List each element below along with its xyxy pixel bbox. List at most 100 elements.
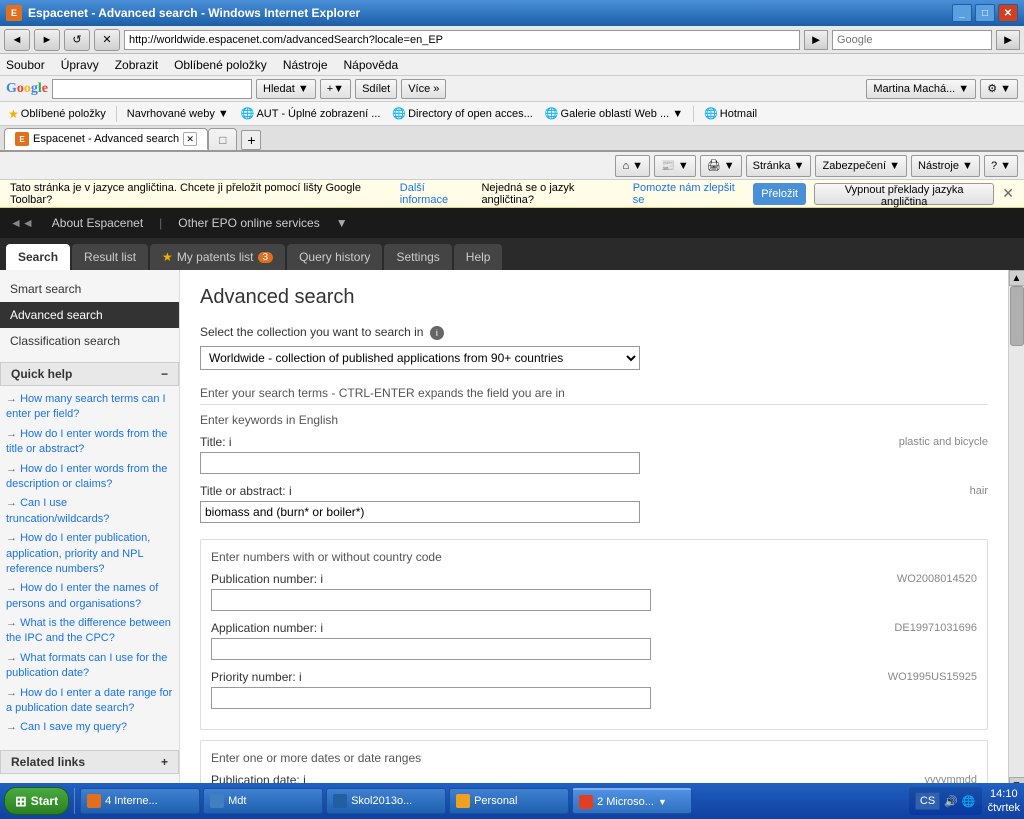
topnav-dropdown-icon[interactable]: ▼ (336, 216, 348, 230)
taskbar-btn-mdt[interactable]: Mdt (203, 788, 323, 814)
ep-tab-mypatents[interactable]: ★ My patents list 3 (150, 244, 285, 270)
back-button[interactable]: ◄ (4, 29, 30, 51)
taskbar-btn-skol[interactable]: Skol2013o... (326, 788, 446, 814)
pub-number-info-icon[interactable]: i (320, 572, 323, 586)
menu-oblibene[interactable]: Oblíbené položky (174, 58, 267, 72)
app-number-field-row: Application number: i DE19971031696 (211, 621, 977, 660)
tab-new[interactable]: □ (208, 128, 237, 150)
application-number-input[interactable] (211, 638, 651, 660)
title-input[interactable] (200, 452, 640, 474)
menu-upravy[interactable]: Úpravy (61, 58, 99, 72)
quick-help-link-8[interactable]: How do I enter a date range for a public… (6, 684, 173, 719)
ep-tab-search[interactable]: Search (6, 244, 70, 270)
refresh-button[interactable]: ↺ (64, 29, 90, 51)
topnav-about[interactable]: About Espacenet (52, 216, 143, 230)
sidebar-item-smart-search[interactable]: Smart search (0, 276, 179, 302)
stop-button[interactable]: ✕ (94, 29, 120, 51)
scroll-thumb[interactable] (1010, 286, 1024, 346)
sidebar-quick-help-header[interactable]: Quick help − (0, 362, 179, 386)
sidebar-item-classification-search[interactable]: Classification search (0, 328, 179, 354)
star-icon: ★ (162, 250, 173, 264)
app-number-info-icon[interactable]: i (320, 621, 323, 635)
ep-tab-help[interactable]: Help (454, 244, 503, 270)
user-button[interactable]: Martina Machá... ▼ (866, 79, 976, 99)
google-search-input[interactable] (52, 79, 252, 99)
title-abstract-info-icon[interactable]: i (289, 484, 292, 498)
translate-text: Tato stránka je v jazyce angličtina. Chc… (10, 182, 392, 206)
pub-number-header: Publication number: i WO2008014520 (211, 572, 977, 586)
sdilet-button[interactable]: Sdílet (355, 79, 397, 99)
taskbar-btn-internet-label: 4 Interne... (105, 795, 158, 807)
window-icon: E (6, 5, 22, 21)
menu-napoveda[interactable]: Nápověda (344, 58, 399, 72)
ep-tab-result[interactable]: Result list (72, 244, 148, 270)
forward-button[interactable]: ► (34, 29, 60, 51)
priority-number-input[interactable] (211, 687, 651, 709)
taskbar-btn-microso[interactable]: 2 Microso... ▼ (572, 788, 692, 814)
search-go-button[interactable]: ► (996, 30, 1020, 50)
lang-indicator[interactable]: CS (915, 792, 940, 810)
bookmark-navrhov[interactable]: Navrhované weby ▼ (123, 106, 233, 122)
menu-soubor[interactable]: Soubor (6, 58, 45, 72)
search-input[interactable] (832, 30, 992, 50)
collection-select[interactable]: Worldwide - collection of published appl… (200, 346, 640, 370)
address-input[interactable] (124, 30, 800, 50)
title-info-icon[interactable]: i (229, 435, 232, 449)
toolbar-tools-button[interactable]: ⚙ ▼ (980, 79, 1018, 99)
quick-help-link-6[interactable]: What is the difference between the IPC a… (6, 614, 173, 649)
maximize-button[interactable]: □ (975, 4, 995, 22)
quick-help-link-3[interactable]: Can I use truncation/wildcards? (6, 494, 173, 529)
menu-zobrazit[interactable]: Zobrazit (115, 58, 158, 72)
dismiss-translate-button[interactable]: Vypnout překlady jazyka angličtina (814, 183, 994, 205)
new-tab-button[interactable]: + (241, 130, 261, 150)
tab-close-button[interactable]: ✕ (183, 132, 197, 146)
go-button[interactable]: ► (804, 30, 828, 50)
publication-number-input[interactable] (211, 589, 651, 611)
scroll-up-button[interactable]: ▲ (1009, 270, 1024, 286)
scroll-track[interactable] (1009, 286, 1024, 777)
translate-button[interactable]: Přeložit (753, 183, 806, 205)
menu-nastroje[interactable]: Nástroje (283, 58, 328, 72)
priority-number-info-icon[interactable]: i (299, 670, 302, 684)
quick-help-link-9[interactable]: Can I save my query? (6, 718, 173, 737)
print-button[interactable]: 🖨 ▼ (700, 155, 742, 177)
sidebar-related-header[interactable]: Related links + (0, 750, 179, 774)
minimize-button[interactable]: _ (952, 4, 972, 22)
bookmark-hotmail[interactable]: 🌐 Hotmail (700, 105, 761, 122)
security-button[interactable]: Zabezpečení ▼ (815, 155, 907, 177)
fix-link[interactable]: Pomozte nám zlepšit se (633, 182, 746, 206)
bookmark-aut[interactable]: 🌐 AUT - Úplné zobrazení ... (237, 105, 385, 122)
tab-espacenet[interactable]: E Espacenet - Advanced search ✕ (4, 128, 208, 150)
ep-tab-settings[interactable]: Settings (384, 244, 451, 270)
bookmark-oblibene[interactable]: ★ Oblíbené položky (4, 105, 110, 123)
title-abstract-input[interactable] (200, 501, 640, 523)
taskbar-btn-microso-dropdown[interactable]: ▼ (658, 797, 667, 807)
quick-help-link-4[interactable]: How do I enter publication, application,… (6, 529, 173, 579)
ep-tab-queryhistory[interactable]: Query history (287, 244, 382, 270)
quick-help-link-7[interactable]: What formats can I use for the publicati… (6, 649, 173, 684)
translate-close-icon[interactable]: ✕ (1002, 185, 1014, 202)
page-button[interactable]: Stránka ▼ (746, 155, 812, 177)
help-button[interactable]: ? ▼ (984, 155, 1018, 177)
bookmark-directory[interactable]: 🌐 Directory of open acces... (388, 105, 536, 122)
plus-button[interactable]: +▼ (320, 79, 351, 99)
vice-button[interactable]: Více » (401, 79, 446, 99)
close-button[interactable]: ✕ (998, 4, 1018, 22)
more-info-link[interactable]: Další informace (400, 182, 474, 206)
taskbar-btn-personal[interactable]: Personal (449, 788, 569, 814)
taskbar-btn-internet[interactable]: 4 Interne... (80, 788, 200, 814)
quick-help-link-2[interactable]: How do I enter words from the descriptio… (6, 460, 173, 495)
sidebar-item-advanced-search[interactable]: Advanced search (0, 302, 179, 328)
quick-help-link-1[interactable]: How do I enter words from the title or a… (6, 425, 173, 460)
hledat-button[interactable]: Hledat ▼ (256, 79, 316, 99)
tools-button[interactable]: Nástroje ▼ (911, 155, 980, 177)
topnav-other-epo[interactable]: Other EPO online services (178, 216, 319, 230)
feed-button[interactable]: 📰 ▼ (654, 155, 696, 177)
bookmark-galerie[interactable]: 🌐 Galerie oblastí Web ... ▼ (541, 105, 687, 122)
quick-help-link-5[interactable]: How do I enter the names of persons and … (6, 579, 173, 614)
home-button[interactable]: ⌂ ▼ (615, 155, 650, 177)
collection-info-icon[interactable]: i (430, 326, 444, 340)
quick-help-link-0[interactable]: How many search terms can I enter per fi… (6, 390, 173, 425)
start-button[interactable]: ⊞ Start (4, 787, 69, 815)
clock-day: čtvrtek (988, 801, 1020, 815)
